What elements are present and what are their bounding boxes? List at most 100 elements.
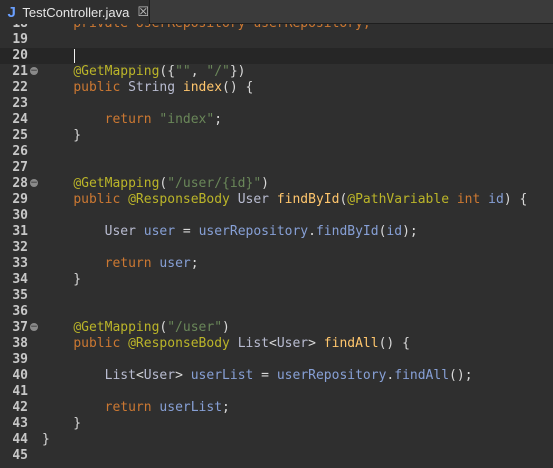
- code-token: return: [104, 256, 152, 271]
- code-token: ();: [449, 368, 473, 383]
- close-icon[interactable]: ☒: [137, 6, 149, 19]
- code-line[interactable]: 45: [0, 448, 553, 464]
- code-token: @PathVariable: [347, 192, 450, 207]
- code-text: List<User> userList = userRepository.fin…: [42, 368, 473, 384]
- fold-collapse-icon[interactable]: −: [30, 323, 38, 332]
- line-number: 20: [12, 48, 28, 63]
- code-text: public @ResponseBody List<User> findAll(…: [42, 336, 410, 352]
- tab-testcontroller[interactable]: J TestController.java ☒: [0, 0, 150, 24]
- line-number: 23: [12, 96, 28, 111]
- code-line[interactable]: 36: [0, 304, 553, 320]
- code-line[interactable]: 22 public String index() {: [0, 80, 553, 96]
- code-token: @GetMapping: [73, 176, 160, 191]
- code-token: () {: [378, 336, 410, 351]
- code-line[interactable]: 37− @GetMapping("/user"): [0, 320, 553, 336]
- code-line[interactable]: 19: [0, 32, 553, 48]
- code-line[interactable]: 42 return userList;: [0, 400, 553, 416]
- code-line[interactable]: 30: [0, 208, 553, 224]
- code-token: }: [42, 128, 82, 143]
- line-number: 39: [12, 352, 28, 367]
- code-token: public: [73, 192, 121, 207]
- code-line[interactable]: 28− @GetMapping("/user/{id}"): [0, 176, 553, 192]
- fold-collapse-icon[interactable]: −: [30, 67, 38, 76]
- code-token: String: [128, 80, 176, 95]
- code-text: User user = userRepository.findById(id);: [42, 224, 418, 240]
- line-number: 41: [12, 384, 28, 399]
- line-number: 35: [12, 288, 28, 303]
- code-line[interactable]: 34 }: [0, 272, 553, 288]
- line-number: 22: [12, 80, 28, 95]
- code-token: ;: [214, 112, 223, 127]
- code-token: ) {: [503, 192, 528, 207]
- text-cursor: [74, 49, 75, 63]
- code-token: id: [386, 224, 403, 239]
- code-token: =: [253, 368, 277, 383]
- code-token: ,: [190, 64, 207, 79]
- line-number: 36: [12, 304, 28, 319]
- code-line[interactable]: 26: [0, 144, 553, 160]
- code-token: @ResponseBody: [128, 336, 230, 351]
- code-token: User: [104, 224, 136, 239]
- code-token: "index": [159, 112, 215, 127]
- code-lines: 18 private UserRepository userRepository…: [0, 24, 553, 464]
- code-line[interactable]: 32: [0, 240, 553, 256]
- code-token: public: [73, 80, 121, 95]
- line-number: 34: [12, 272, 28, 287]
- code-text: @GetMapping("/user"): [42, 320, 230, 336]
- code-line[interactable]: 40 List<User> userList = userRepository.…: [0, 368, 553, 384]
- code-editor[interactable]: 18 private UserRepository userRepository…: [0, 24, 553, 468]
- line-number: 31: [12, 224, 28, 239]
- code-token: "/user/{id}": [167, 176, 262, 191]
- code-text: public @ResponseBody User findById(@Path…: [42, 192, 527, 208]
- code-line[interactable]: 35: [0, 288, 553, 304]
- code-token: <: [269, 336, 277, 351]
- code-line[interactable]: 18 private UserRepository userRepository…: [0, 24, 553, 32]
- code-line[interactable]: 24 return "index";: [0, 112, 553, 128]
- code-token: User: [143, 368, 176, 383]
- code-line[interactable]: 38 public @ResponseBody List<User> findA…: [0, 336, 553, 352]
- code-token: int: [456, 192, 481, 207]
- code-line[interactable]: 39: [0, 352, 553, 368]
- code-line[interactable]: 29 public @ResponseBody User findById(@P…: [0, 192, 553, 208]
- code-text: private UserRepository userRepository;: [42, 24, 370, 32]
- code-text: @GetMapping({"", "/"}): [42, 64, 246, 80]
- line-number: 29: [12, 192, 28, 207]
- code-line[interactable]: 21− @GetMapping({"", "/"}): [0, 64, 553, 80]
- code-token: }): [229, 64, 246, 79]
- code-token: ;: [190, 256, 199, 271]
- code-token: <: [135, 368, 144, 383]
- code-token: user: [159, 256, 191, 271]
- code-token: "/user": [167, 320, 223, 335]
- code-line[interactable]: 25 }: [0, 128, 553, 144]
- code-line[interactable]: 33 return user;: [0, 256, 553, 272]
- code-token: .: [308, 224, 316, 239]
- code-token: "": [175, 64, 191, 79]
- code-line[interactable]: 23: [0, 96, 553, 112]
- code-token: ): [261, 176, 269, 191]
- code-line[interactable]: 44}: [0, 432, 553, 448]
- line-number: 21: [12, 64, 28, 79]
- code-line[interactable]: 20: [0, 48, 553, 64]
- code-line[interactable]: 31 User user = userRepository.findById(i…: [0, 224, 553, 240]
- code-line[interactable]: 27: [0, 160, 553, 176]
- fold-collapse-icon[interactable]: −: [30, 179, 38, 188]
- code-token: }: [42, 416, 82, 431]
- line-number: 24: [12, 112, 28, 127]
- code-line[interactable]: 41: [0, 384, 553, 400]
- code-text: }: [42, 416, 81, 432]
- code-line[interactable]: 43 }: [0, 416, 553, 432]
- code-token: findAll: [394, 368, 450, 383]
- line-number: 33: [12, 256, 28, 271]
